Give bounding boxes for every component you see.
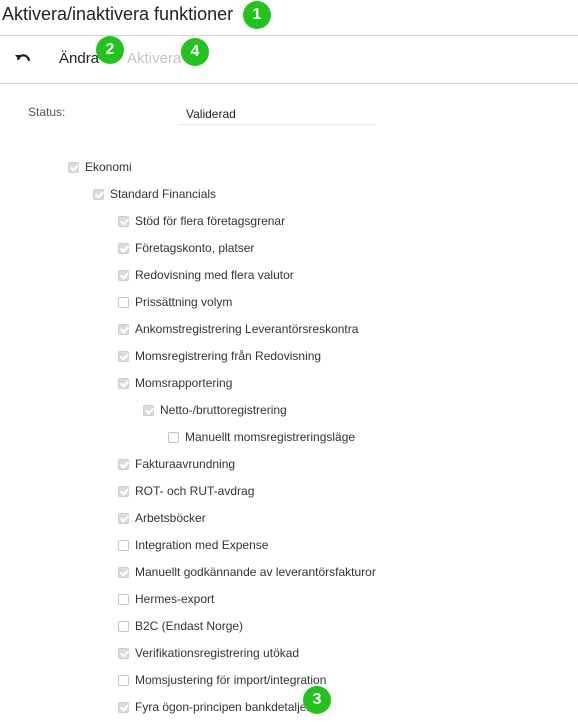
checkbox[interactable] [118,647,129,659]
checkbox[interactable] [118,485,129,497]
tree-item-label: Redovisning med flera valutor [135,268,294,282]
tree-item-label: Manuellt godkännande av leverantörsfaktu… [135,565,376,579]
status-value: Validerad [178,100,375,125]
tree-item-label: Standard Financials [110,187,217,201]
tree-item-label: Integration med Expense [135,538,269,552]
tree-item-label: Fakturaavrundning [135,457,236,471]
tree-item-label: Ankomstregistrering Leverantörsreskontra [135,322,359,336]
checkbox[interactable] [118,296,129,308]
tree-item[interactable]: Momsregistrering från Redovisning [118,347,321,365]
tree-item-label: ROT- och RUT-avdrag [135,484,255,498]
tree-item-label: Verifikationsregistrering utökad [135,646,300,660]
change-button[interactable]: Ändra [59,50,99,67]
tree-item-label: Arbetsböcker [135,511,206,525]
tree-item[interactable]: Netto-/bruttoregistrering [143,401,287,419]
tree-item[interactable]: B2C (Endast Norge) [118,617,243,635]
checkbox[interactable] [118,701,129,713]
tree-item-label: Prissättning volym [135,295,233,309]
status-label: Status: [28,105,66,119]
tree-item-label: Fyra ögon-principen bankdetaljer [135,700,311,714]
checkbox[interactable] [118,539,129,551]
tree-item[interactable]: Stöd för flera företagsgrenar [118,212,285,230]
checkbox[interactable] [68,161,79,173]
tree-item-label: Manuellt momsregistreringsläge [185,430,356,444]
tree-item-label: Hermes-export [135,592,215,606]
tree-item[interactable]: Integration med Expense [118,536,268,554]
tree-item[interactable]: ROT- och RUT-avdrag [118,482,254,500]
checkbox[interactable] [143,404,154,416]
tree-item[interactable]: Hermes-export [118,590,214,608]
tree-item-ekonomi[interactable]: Ekonomi [68,158,132,176]
tree-item-label: Stöd för flera företagsgrenar [135,214,286,228]
undo-icon[interactable] [13,50,33,68]
tree-item-label: Momsrapportering [135,376,233,390]
checkbox[interactable] [118,350,129,362]
tree-item[interactable]: Momsjustering för import/integration [118,671,326,689]
checkbox[interactable] [118,215,129,227]
tree-item-label: Momsregistrering från Redovisning [135,349,322,363]
tree-item-label: Ekonomi [85,160,132,174]
tree-item[interactable]: Fakturaavrundning [118,455,235,473]
tree-item[interactable]: Redovisning med flera valutor [118,266,294,284]
activate-button[interactable]: Aktivera [127,50,181,67]
checkbox[interactable] [118,620,129,632]
tree-item[interactable]: Ankomstregistrering Leverantörsreskontra [118,320,358,338]
checkbox[interactable] [118,512,129,524]
tree-item[interactable]: Verifikationsregistrering utökad [118,644,299,662]
toolbar: Ändra Aktivera [0,35,578,84]
tree-item-label: Företagskonto, platser [135,241,255,255]
tree-item-label: B2C (Endast Norge) [135,619,244,633]
annotation-badge-1: 1 [243,1,271,29]
annotation-badge-3: 3 [303,686,331,714]
annotation-badge-4: 4 [181,38,209,66]
tree-item[interactable]: Företagskonto, platser [118,239,254,257]
tree-item[interactable]: Momsrapportering [118,374,232,392]
tree-item[interactable]: Manuellt momsregistreringsläge [168,428,355,446]
tree-item[interactable]: Fyra ögon-principen bankdetaljer [118,698,310,716]
tree-item[interactable]: Arbetsböcker [118,509,206,527]
annotation-badge-2: 2 [96,36,124,64]
page-title: Aktivera/inaktivera funktioner [2,4,234,24]
checkbox[interactable] [93,188,104,200]
tree-item-label: Momsjustering för import/integration [135,673,327,687]
tree-item[interactable]: Prissättning volym [118,293,232,311]
tree-item-standard-financials[interactable]: Standard Financials [93,185,216,203]
checkbox[interactable] [118,242,129,254]
checkbox[interactable] [118,566,129,578]
checkbox[interactable] [168,431,179,443]
tree-item-label: Netto-/bruttoregistrering [160,403,287,417]
checkbox[interactable] [118,323,129,335]
checkbox[interactable] [118,269,129,281]
checkbox[interactable] [118,458,129,470]
tree-item[interactable]: Manuellt godkännande av leverantörsfaktu… [118,563,376,581]
checkbox[interactable] [118,593,129,605]
checkbox[interactable] [118,377,129,389]
checkbox[interactable] [118,674,129,686]
